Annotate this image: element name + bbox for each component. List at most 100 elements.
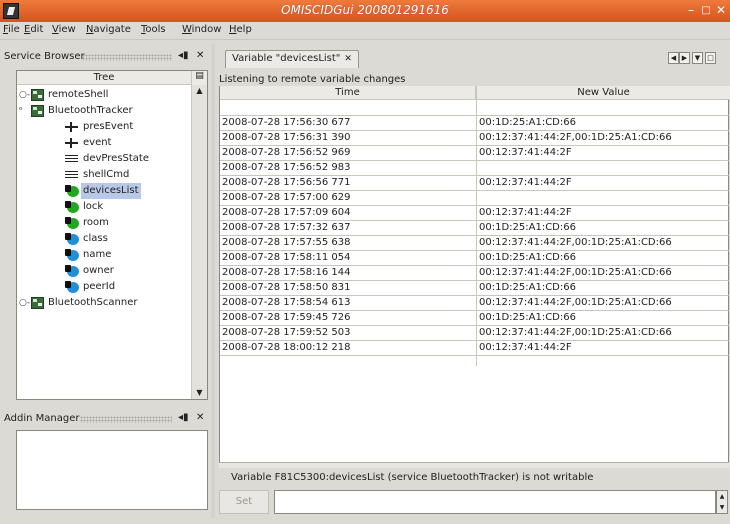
set-button[interactable]: Set [219,490,269,514]
variable-icon [65,249,79,261]
table-horizontal-scrollbar[interactable] [219,462,729,468]
tree-item[interactable]: ○- remoteShell [19,87,189,103]
scroll-up-arrow-icon[interactable]: ▲ [192,85,207,97]
table-row[interactable]: 2008-07-28 17:56:30 677 00:1D:25:A1:CD:66 [220,116,730,131]
tree-item[interactable]: devicesList [19,183,189,199]
tab-list-dropdown-icon[interactable]: ▼ [692,52,703,64]
tree-item[interactable]: ○- BluetoothScanner [19,295,189,311]
writable-status-text: Variable F81C5300:devicesList (service B… [231,472,594,483]
table-row[interactable]: 2008-07-28 17:58:54 613 00:12:37:41:44:2F… [220,296,730,311]
maximize-tab-icon[interactable]: □ [705,52,716,64]
tree-item-label: remoteShell [48,89,109,100]
time-cell: 2008-07-28 17:57:00 629 [222,192,351,203]
panel-grip[interactable] [80,416,172,423]
tree-column-header[interactable]: Tree [17,71,191,85]
service-browser-title: Service Browser [4,51,85,62]
new-value-cell: 00:1D:25:A1:CD:66 [479,222,576,233]
tree-item[interactable]: name [19,247,189,263]
addin-manager-title: Addin Manager [4,413,80,424]
tree-item-label: presEvent [83,121,134,132]
table-row[interactable]: 2008-07-28 17:59:45 726 00:1D:25:A1:CD:66 [220,311,730,326]
table-row[interactable]: 2008-07-28 17:56:56 771 00:12:37:41:44:2F [220,176,730,191]
menu-help[interactable]: Help [229,24,252,35]
tree-item[interactable]: presEvent [19,119,189,135]
minimize-button[interactable]: – [683,3,699,19]
maximize-button[interactable]: □ [698,3,714,19]
expand-toggle-icon[interactable]: ○- [19,87,30,103]
variable-icon [65,185,79,197]
event-connector-icon [65,138,79,148]
set-value-input[interactable] [274,490,716,514]
table-row[interactable]: 2008-07-28 17:58:16 144 00:12:37:41:44:2F… [220,266,730,281]
tree-item[interactable]: lock [19,199,189,215]
table-header: Time New Value [220,86,730,100]
tree-item[interactable]: shellCmd [19,167,189,183]
tree-item[interactable]: ᵒ BluetoothTracker [19,103,189,119]
time-cell: 2008-07-28 17:56:52 969 [222,147,351,158]
tree-item-label: room [83,217,109,228]
scroll-down-arrow-icon[interactable]: ▼ [192,387,207,399]
title-bar: OMISCIDGui 200801291616 – □ ✕ [0,0,730,22]
tree-corner-icon[interactable]: ▤ [191,71,207,85]
table-row[interactable]: 2008-07-28 17:57:55 638 00:12:37:41:44:2F… [220,236,730,251]
panel-grip[interactable] [82,54,172,61]
time-cell: 2008-07-28 17:57:55 638 [222,237,351,248]
time-cell: 2008-07-28 17:58:11 054 [222,252,351,263]
time-cell: 2008-07-28 17:58:54 613 [222,297,351,308]
tree-item-label: owner [83,265,114,276]
time-cell: 2008-07-28 17:58:16 144 [222,267,351,278]
time-cell: 2008-07-28 17:57:32 637 [222,222,351,233]
table-row[interactable]: 2008-07-28 17:57:00 629 [220,191,730,206]
new-value-cell [477,191,730,206]
menu-tools[interactable]: Tools [141,24,166,35]
close-panel-icon[interactable]: ✕ [196,50,204,61]
menu-edit[interactable]: Edit [24,24,43,35]
scroll-tabs-left-icon[interactable]: ◀ [668,52,679,64]
table-row[interactable]: 2008-07-28 17:56:52 969 00:12:37:41:44:2F [220,146,730,161]
expand-toggle-icon[interactable]: ○- [19,295,30,311]
minimize-panel-icon[interactable]: ◂▮ [178,50,189,61]
time-cell: 2008-07-28 18:00:12 218 [222,342,351,353]
menu-file[interactable]: File [3,24,20,35]
tree-item[interactable]: class [19,231,189,247]
panel-splitter[interactable] [211,44,215,518]
minimize-panel-icon[interactable]: ◂▮ [178,412,189,423]
service-icon [31,297,44,309]
menu-window[interactable]: Window [182,24,221,35]
tree-item[interactable]: peerId [19,279,189,295]
collapse-toggle-icon[interactable]: ᵒ [19,103,29,119]
tree-item[interactable]: devPresState [19,151,189,167]
table-row[interactable]: 2008-07-28 17:57:32 637 00:1D:25:A1:CD:66 [220,221,730,236]
new-value-cell: 00:12:37:41:44:2F,00:1D:25:A1:CD:66 [479,237,672,248]
menu-navigate[interactable]: Navigate [86,24,131,35]
table-row[interactable]: 2008-07-28 17:56:52 983 [220,161,730,176]
service-tree: Tree ▤ ▲ ▼ ○- remoteShell ᵒ BluetoothTracke… [16,70,208,400]
menu-view[interactable]: View [52,24,76,35]
tree-item[interactable]: owner [19,263,189,279]
table-row[interactable]: 2008-07-28 17:57:09 604 00:12:37:41:44:2F [220,206,730,221]
window-title: OMISCIDGui 200801291616 [281,3,449,17]
scroll-tabs-right-icon[interactable]: ▶ [679,52,690,64]
close-panel-icon[interactable]: ✕ [196,412,204,423]
close-window-button[interactable]: ✕ [713,3,729,19]
value-spinner[interactable]: ▲ ▼ [716,490,728,514]
table-row[interactable] [220,101,730,116]
new-value-cell: 00:1D:25:A1:CD:66 [479,117,576,128]
column-header-new-value[interactable]: New Value [477,86,730,100]
table-row[interactable]: 2008-07-28 17:59:52 503 00:12:37:41:44:2F… [220,326,730,341]
tree-item[interactable]: room [19,215,189,231]
table-row[interactable]: 2008-07-28 18:00:12 218 00:12:37:41:44:2F [220,341,730,356]
tree-item[interactable]: event [19,135,189,151]
tree-item-label: BluetoothScanner [48,297,138,308]
close-tab-icon[interactable]: ✕ [344,54,352,64]
table-row[interactable]: 2008-07-28 17:56:31 390 00:12:37:41:44:2F… [220,131,730,146]
column-header-time[interactable]: Time [220,86,476,100]
tree-item-label: BluetoothTracker [48,105,133,116]
variable-icon [65,201,79,213]
tab-devices-list[interactable]: Variable "devicesList" ✕ [225,50,359,68]
tree-scrollbar[interactable]: ▲ ▼ [191,85,207,399]
service-icon [31,105,44,117]
table-row[interactable]: 2008-07-28 17:58:50 831 00:1D:25:A1:CD:66 [220,281,730,296]
table-row[interactable]: 2008-07-28 17:58:11 054 00:1D:25:A1:CD:66 [220,251,730,266]
addin-manager-content [16,430,208,510]
